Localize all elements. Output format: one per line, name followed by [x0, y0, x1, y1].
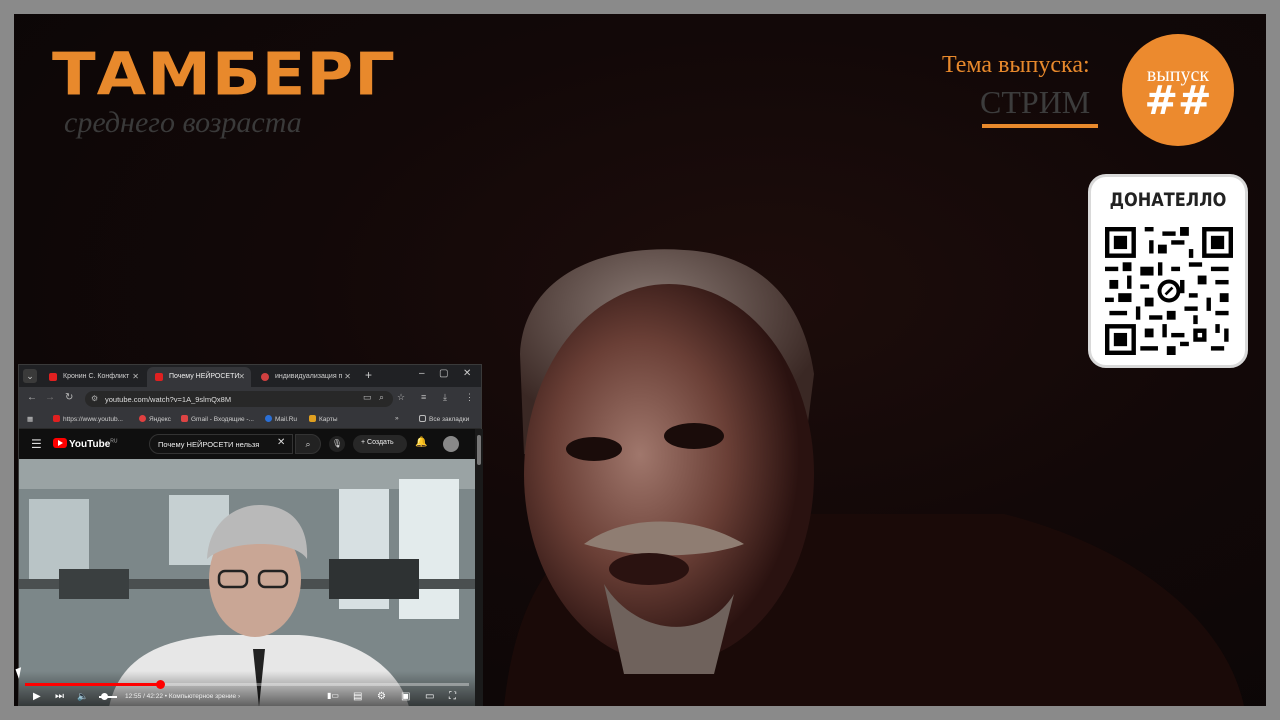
avatar[interactable] — [443, 436, 459, 452]
episode-number: ## — [1144, 78, 1212, 124]
tab-search-icon[interactable]: ⌄ — [23, 369, 37, 383]
folder-icon — [419, 415, 426, 422]
autoplay-toggle[interactable]: ▮▭ — [327, 691, 339, 700]
youtube-play-logo-icon — [53, 438, 67, 448]
media-control-icon[interactable]: ≡ — [421, 392, 426, 402]
bookmarks-overflow-icon[interactable]: » — [395, 415, 399, 422]
hamburger-menu-icon[interactable]: ☰ — [31, 437, 42, 451]
notifications-bell-icon[interactable]: 🔔 — [415, 437, 427, 448]
tab-1[interactable]: Кронин С. Конфликт ✕ — [41, 367, 145, 387]
bookmark-gmail[interactable]: Gmail - Входящие -... — [181, 415, 254, 423]
bookmark-star-icon[interactable]: ☆ — [397, 392, 405, 403]
subtitles-icon[interactable]: ▤ — [353, 691, 362, 702]
brand-subtitle: среднего возраста — [64, 106, 302, 139]
minimize-icon[interactable]: – — [419, 368, 425, 379]
youtube-search-input[interactable]: Почему НЕЙРОСЕТИ нельзя — [149, 434, 293, 454]
topic-value: СТРИМ — [980, 84, 1091, 120]
yandex-favicon-icon — [139, 415, 146, 422]
download-icon[interactable]: ⤓ — [443, 392, 447, 403]
bookmark-youtube[interactable]: https://www.youtub... — [53, 415, 123, 423]
page-scrollbar[interactable] — [475, 429, 483, 706]
stream-overlay: ТАМБЕРГ среднего возраста Тема выпуска: … — [14, 14, 1266, 706]
reload-icon[interactable]: ↻ — [65, 392, 73, 403]
tab-3-label: индивидуализация п — [275, 373, 343, 380]
youtube-favicon-icon — [155, 373, 163, 381]
tab-close-icon[interactable]: ✕ — [132, 372, 139, 381]
chapter-title[interactable]: Компьютерное зрение — [169, 693, 236, 700]
tab-close-icon[interactable]: ✕ — [238, 372, 245, 381]
site-favicon-icon — [261, 373, 269, 381]
tab-2-label: Почему НЕЙРОСЕТИ — [169, 373, 240, 380]
progress-scrubber[interactable] — [156, 680, 166, 689]
youtube-header: ☰ YouTubeRU Почему НЕЙРОСЕТИ нельзя ✕ ⌕ … — [19, 429, 475, 459]
tab-close-icon[interactable]: ✕ — [344, 372, 351, 381]
create-button[interactable]: + Создать — [353, 435, 407, 453]
back-icon[interactable]: ← — [27, 392, 37, 403]
youtube-logo[interactable]: YouTubeRU — [53, 438, 118, 450]
browser-window: ⌄ Кронин С. Конфликт ✕ Почему НЕЙРОСЕТИ … — [18, 364, 483, 706]
video-frame — [19, 459, 475, 706]
progress-bar[interactable] — [25, 680, 469, 689]
tab-bar: ⌄ Кронин С. Конфликт ✕ Почему НЕЙРОСЕТИ … — [19, 365, 481, 387]
time-display: 12:55 / 42:22 • Компьютерное зрение › — [125, 693, 241, 700]
forward-icon[interactable]: → — [45, 392, 55, 403]
url-text: youtube.com/watch?v=1A_9slmQx8M — [105, 395, 232, 404]
bookmark-mailru[interactable]: Mail.Ru — [265, 415, 297, 423]
tab-2[interactable]: Почему НЕЙРОСЕТИ ✕ — [147, 367, 251, 387]
host-camera-feed — [504, 249, 1244, 706]
gmail-favicon-icon — [181, 415, 188, 422]
microphone-icon[interactable]: 🎙 — [329, 436, 345, 452]
maximize-icon[interactable]: ▢ — [439, 368, 448, 379]
install-app-icon[interactable]: ▭ — [363, 392, 372, 403]
topic-label: Тема выпуска: — [942, 52, 1090, 78]
zoom-icon[interactable]: ⌕ — [379, 392, 384, 403]
url-input[interactable]: ⚙ youtube.com/watch?v=1A_9slmQx8M — [85, 391, 393, 407]
apps-grid-icon[interactable]: ▦ — [27, 415, 33, 423]
close-window-icon[interactable]: ✕ — [463, 368, 471, 379]
clear-search-icon[interactable]: ✕ — [277, 437, 285, 448]
maps-favicon-icon — [309, 415, 316, 422]
mailru-favicon-icon — [265, 415, 272, 422]
region-code: RU — [110, 438, 118, 445]
topic-underline — [982, 124, 1098, 128]
tab-3[interactable]: индивидуализация п ✕ — [253, 367, 357, 387]
next-icon[interactable]: ⏭ — [55, 691, 64, 702]
bookmark-maps[interactable]: Карты — [309, 415, 338, 423]
play-icon[interactable]: ▶ — [33, 691, 41, 702]
video-player[interactable] — [19, 459, 475, 706]
theater-mode-icon[interactable]: ▭ — [425, 691, 434, 702]
settings-gear-icon[interactable]: ⚙ — [377, 691, 386, 702]
all-bookmarks-folder[interactable]: Все закладки — [419, 415, 469, 423]
bookmark-yandex[interactable]: Яндекс — [139, 415, 171, 423]
episode-badge: выпуск ## — [1122, 34, 1234, 146]
youtube-favicon-icon — [53, 415, 60, 422]
miniplayer-icon[interactable]: ▣ — [401, 691, 410, 702]
youtube-favicon-icon — [49, 373, 57, 381]
player-controls: ▶ ⏭ 🔈 12:55 / 42:22 • Компьютерное зрени… — [19, 671, 475, 706]
site-info-icon[interactable]: ⚙ — [91, 394, 98, 403]
address-bar: ← → ↻ ⚙ youtube.com/watch?v=1A_9slmQx8M … — [19, 387, 481, 411]
fullscreen-icon[interactable]: ⛶ — [449, 691, 456, 702]
bookmarks-bar: ▦ https://www.youtub... Яндекс Gmail - В… — [19, 411, 481, 429]
search-icon[interactable]: ⌕ — [295, 434, 321, 454]
brand-title: ТАМБЕРГ — [52, 40, 397, 110]
menu-icon[interactable]: ⋮ — [465, 392, 474, 403]
volume-knob[interactable] — [101, 693, 108, 700]
new-tab-button[interactable]: + — [365, 368, 372, 382]
volume-icon[interactable]: 🔈 — [77, 691, 88, 702]
scrollbar-thumb[interactable] — [477, 435, 481, 465]
donation-title: ДОНАТЕЛЛО — [1109, 189, 1227, 211]
tab-1-label: Кронин С. Конфликт — [63, 373, 130, 380]
progress-fill — [25, 683, 161, 686]
